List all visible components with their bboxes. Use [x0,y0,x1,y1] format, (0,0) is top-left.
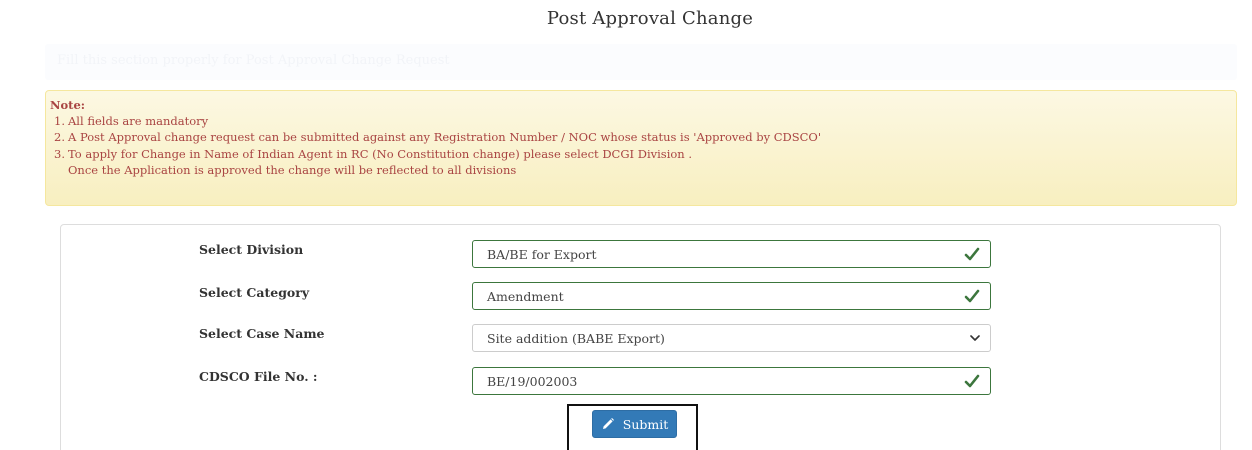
file-no-input[interactable]: BE/19/002003 [472,367,991,395]
check-icon [964,289,980,303]
note-list: 1. All fields are mandatory 2. A Post Ap… [50,113,1232,162]
division-value: BA/BE for Export [487,247,597,262]
submit-label: Submit [622,416,669,432]
note-item: 1. All fields are mandatory [54,113,1232,129]
note-continuation: Once the Application is approved the cha… [68,162,517,177]
note-box: Note: 1. All fields are mandatory 2. A P… [45,90,1237,206]
section-banner: Fill this section properly for Post Appr… [45,44,1237,80]
note-item: 3. To apply for Change in Name of Indian… [54,146,1232,162]
file-no-value: BE/19/002003 [487,374,578,389]
division-select[interactable]: BA/BE for Export [472,240,991,268]
category-select[interactable]: Amendment [472,282,991,310]
division-label: Select Division [199,242,304,257]
note-item-number: 3. [54,146,65,161]
case-name-select[interactable]: Site addition (BABE Export) [472,324,991,352]
submit-button[interactable]: Submit [592,410,677,438]
note-title: Note: [50,98,86,112]
pencil-icon [602,418,614,429]
category-label: Select Category [199,285,310,300]
note-item-number: 1. [54,114,65,129]
case-name-label: Select Case Name [199,326,325,341]
page-title: Post Approval Change [546,8,754,29]
note-item: 2. A Post Approval change request can be… [54,129,1232,145]
case-name-value: Site addition (BABE Export) [487,331,665,346]
file-no-label: CDSCO File No. : [199,369,318,384]
note-item-text: To apply for Change in Name of Indian Ag… [68,146,693,161]
check-icon [964,247,980,261]
chevron-down-icon [970,335,980,341]
note-item-text: All fields are mandatory [68,114,209,129]
note-item-number: 2. [54,130,65,145]
check-icon [964,374,980,388]
note-item-text: A Post Approval change request can be su… [68,130,822,145]
category-value: Amendment [487,289,564,304]
